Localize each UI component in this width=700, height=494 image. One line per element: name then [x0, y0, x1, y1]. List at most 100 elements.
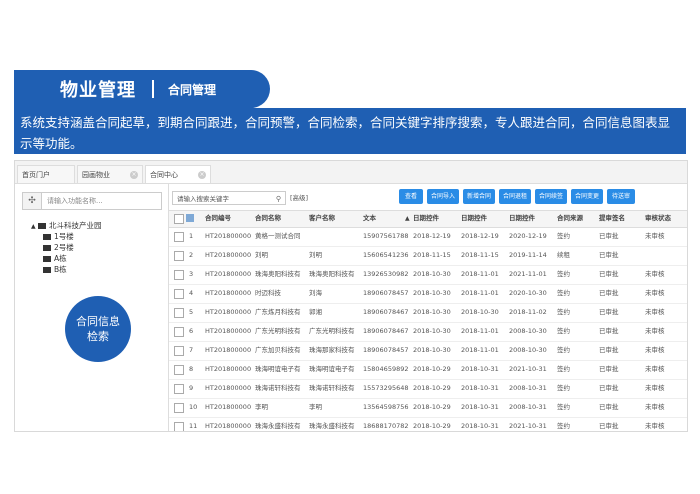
table-cell: HT201800000 [205, 422, 252, 430]
table-cell: 珠海诺轩科技有 [309, 384, 355, 392]
tree-node-building[interactable]: 2号楼 [31, 242, 102, 253]
keyword-search-input[interactable]: 请输入搜索关键字 ⚲ [172, 191, 286, 205]
table-cell: 2020-12-19 [509, 232, 547, 240]
column-header[interactable]: 合同编号 [205, 211, 231, 227]
table-row[interactable]: 4 HT201800000 时迈科技 刘海 18906078457 2018-10-30 2… [169, 284, 687, 304]
table-cell: 5 [189, 308, 194, 316]
view-button[interactable]: 查看 [399, 189, 423, 204]
table-cell: 未审核 [645, 327, 665, 335]
tab-home-portal[interactable]: 首页门户 [17, 165, 75, 183]
tree-node-label: A栋 [54, 254, 67, 263]
table-cell: 郭湘 [309, 308, 322, 316]
tree-node-building[interactable]: 1号楼 [31, 231, 102, 242]
table-cell: 未审核 [645, 365, 665, 373]
close-icon[interactable]: × [198, 171, 206, 179]
banner-divider [152, 80, 154, 98]
table-cell: 广东光明科技有 [255, 327, 301, 335]
table-cell: 15804659892 [363, 365, 409, 373]
table-row[interactable]: 7 HT201800000 广东加贝科技有 珠海那家科技有 18906078457 201… [169, 341, 687, 361]
column-header[interactable]: 客户名称 [309, 211, 335, 227]
tree-node-label: B栋 [54, 265, 67, 274]
row-checkbox[interactable] [174, 232, 184, 242]
table-cell: 2018-10-31 [461, 365, 499, 373]
select-all-checkbox[interactable] [174, 214, 184, 224]
contract-list-panel: 请输入搜索关键字 ⚲ [高级] 查看 合同导入 新增合同 合同退租 合同续签 合… [169, 184, 687, 431]
table-cell: 2018-10-30 [461, 308, 499, 316]
table-row[interactable]: 3 HT201800000 珠海奥阳科技有 珠海奥阳科技有 13926530982 201… [169, 265, 687, 285]
column-header[interactable]: 审核状态 [645, 211, 671, 227]
tree-node-label: 北斗科技产业园 [49, 221, 102, 230]
close-icon[interactable]: × [130, 171, 138, 179]
table-cell: 未审核 [645, 308, 665, 316]
table-row[interactable]: 10 HT201800000 李明 李明 13564598756 2018-10-29 20… [169, 398, 687, 418]
table-row[interactable]: 11 HT201800000 珠海永盛科技有 珠海永盛科技有 18688170782 20… [169, 417, 687, 431]
table-cell: HT201800000 [205, 346, 252, 354]
table-cell: 已审批 [599, 251, 619, 259]
banner-title: 物业管理 [60, 80, 136, 101]
table-cell: 2018-10-29 [413, 365, 451, 373]
table-cell: 11 [189, 422, 198, 430]
function-search-input[interactable]: ✣ 请输入功能名称... [22, 192, 162, 210]
table-cell: 18906078457 [363, 289, 409, 297]
table-cell: 2018-10-30 [413, 327, 451, 335]
advanced-search-link[interactable]: [高级] [290, 191, 308, 205]
row-checkbox[interactable] [174, 384, 184, 394]
row-checkbox[interactable] [174, 365, 184, 375]
table-cell: 已审批 [599, 422, 619, 430]
tab-bar: 首页门户 园画物业 × 合同中心 × [15, 161, 687, 184]
tree-node-park[interactable]: ▲ 北斗科技产业园 [31, 220, 102, 231]
table-cell: 2021-10-31 [509, 365, 547, 373]
callout-text: 合同信息检索 [76, 315, 120, 343]
table-row[interactable]: 6 HT201800000 广东光明科技有 广东光明科技有 18906078467 201… [169, 322, 687, 342]
import-contract-button[interactable]: 合同导入 [427, 189, 459, 204]
row-checkbox[interactable] [174, 422, 184, 431]
folder-icon [38, 223, 47, 229]
row-checkbox[interactable] [174, 308, 184, 318]
table-cell: 7 [189, 346, 194, 354]
pending-review-button[interactable]: 待送审 [607, 189, 635, 204]
table-row[interactable]: 9 HT201800000 珠海诺轩科技有 珠海诺轩科技有 15573295648 201… [169, 379, 687, 399]
table-cell: 13926530982 [363, 270, 409, 278]
table-cell: 时迈科技 [255, 289, 281, 297]
column-header[interactable]: 合同名称 [255, 211, 281, 227]
feature-description: 系统支持涵盖合同起草，到期合同跟进，合同预警，合同检索，合同关键字排序搜索，专人… [14, 108, 686, 154]
add-contract-button[interactable]: 新增合同 [463, 189, 495, 204]
renew-contract-button[interactable]: 合同续签 [535, 189, 567, 204]
table-cell: 已审批 [599, 289, 619, 297]
table-cell: 签约 [557, 346, 570, 354]
change-contract-button[interactable]: 合同变更 [571, 189, 603, 204]
column-header[interactable]: 日期控件 [461, 211, 487, 227]
row-checkbox[interactable] [174, 270, 184, 280]
table-cell: 2018-12-19 [413, 232, 451, 240]
table-row[interactable]: 1 HT201800000 黄格一测试合同 15907561788 2018-12-19… [169, 227, 687, 247]
column-header[interactable]: 日期控件 [509, 211, 535, 227]
column-header[interactable]: 提审签名 [599, 211, 625, 227]
row-checkbox[interactable] [174, 251, 184, 261]
callout-bubble: 合同信息检索 [65, 296, 131, 362]
table-row[interactable]: 5 HT201800000 广东炼月科技有 郭湘 18906078467 2018-10-… [169, 303, 687, 323]
table-cell: 珠海明谊电子有 [255, 365, 301, 373]
table-row[interactable]: 2 HT201800000 刘明 刘明 15606541236 2018-11-15 201… [169, 246, 687, 266]
table-row[interactable]: 8 HT201800000 珠海明谊电子有 珠海明谊电子有 15804659892 201… [169, 360, 687, 380]
column-header[interactable]: 合同来源 [557, 211, 583, 227]
table-cell: 黄格一测试合同 [255, 232, 301, 240]
table-cell: 已审批 [599, 270, 619, 278]
tree-node-building[interactable]: A栋 [31, 253, 102, 264]
table-cell [309, 227, 361, 246]
magnifier-icon[interactable]: ⚲ [276, 192, 281, 206]
app-screenshot: 首页门户 园画物业 × 合同中心 × ✣ 请输入功能名称... ▲ 北斗科技产业… [14, 160, 688, 432]
row-checkbox[interactable] [174, 346, 184, 356]
column-header[interactable]: 日期控件 [413, 211, 439, 227]
row-checkbox[interactable] [174, 403, 184, 413]
column-header[interactable]: 文本 [363, 211, 376, 227]
table-cell: 2018-10-31 [461, 422, 499, 430]
sort-icon[interactable]: ▲ [405, 211, 410, 227]
section-banner: 物业管理 合同管理 [14, 70, 270, 108]
tab-contract-center[interactable]: 合同中心 × [145, 165, 211, 183]
row-checkbox[interactable] [174, 327, 184, 337]
terminate-lease-button[interactable]: 合同退租 [499, 189, 531, 204]
row-checkbox[interactable] [174, 289, 184, 299]
tree-node-building[interactable]: B栋 [31, 264, 102, 275]
tab-property[interactable]: 园画物业 × [77, 165, 143, 183]
table-cell: 2 [189, 251, 194, 259]
